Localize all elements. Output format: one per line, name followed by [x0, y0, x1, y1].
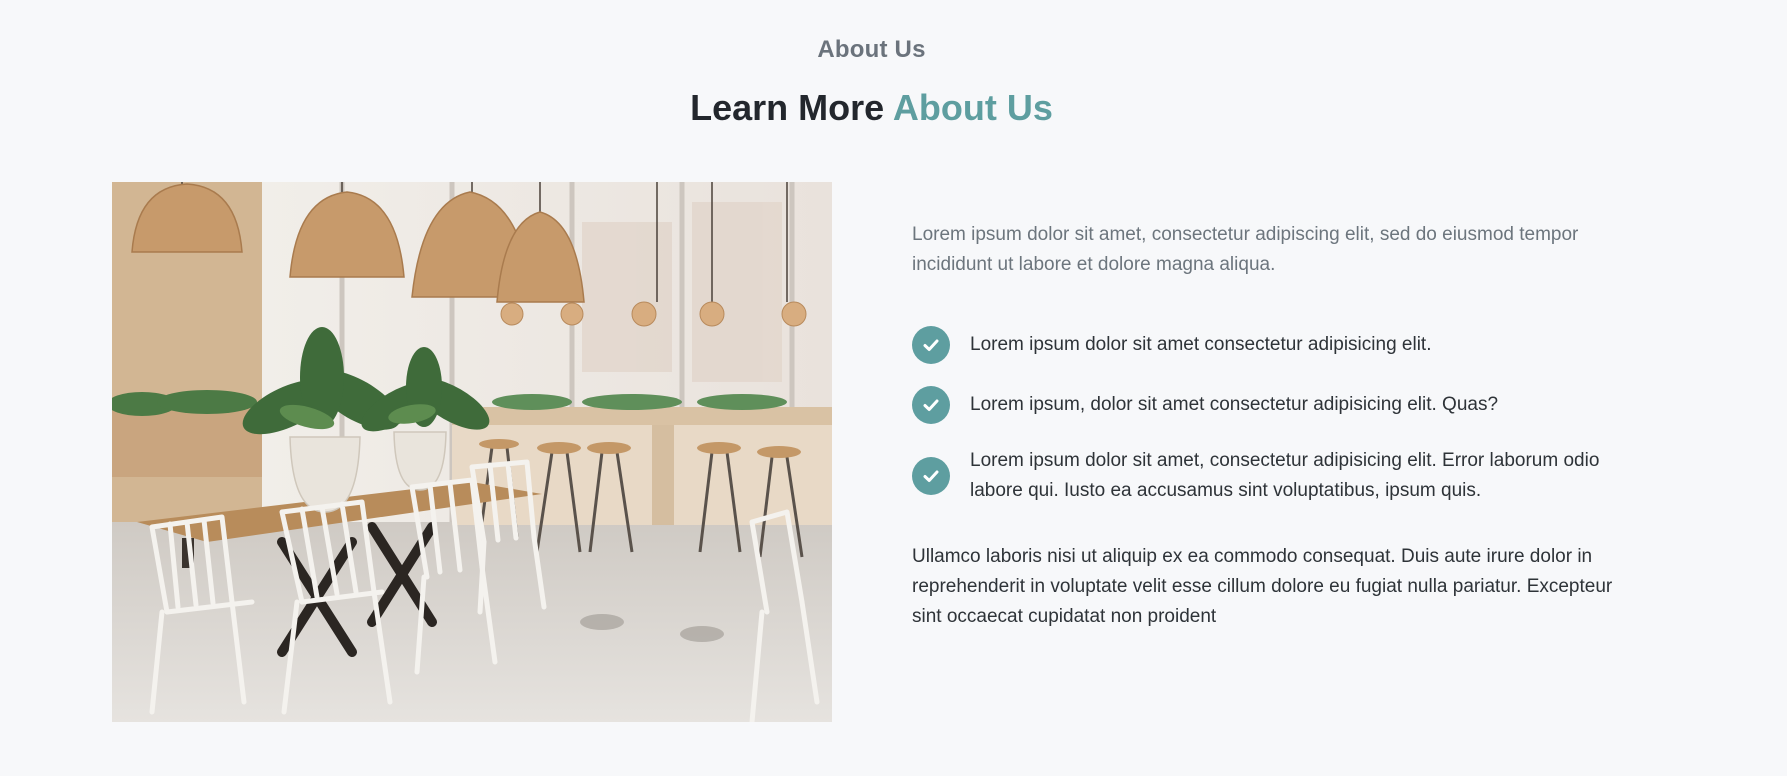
about-image — [112, 182, 832, 722]
about-content: Lorem ipsum dolor sit amet, consectetur … — [912, 220, 1642, 632]
intro-text: Lorem ipsum dolor sit amet, consectetur … — [912, 224, 1579, 275]
feature-text: Lorem ipsum dolor sit amet, consectetur … — [970, 450, 1600, 501]
feature-item: Lorem ipsum dolor sit amet, consectetur … — [912, 446, 1642, 506]
title-accent: About Us — [892, 87, 1053, 128]
cafe-interior-illustration — [112, 182, 832, 722]
title-main: Learn More — [690, 87, 885, 128]
section-eyebrow: About Us — [817, 36, 926, 63]
outro-text: Ullamco laboris nisi ut aliquip ex ea co… — [912, 546, 1613, 627]
check-circle-icon — [912, 457, 950, 495]
check-circle-icon — [912, 386, 950, 424]
feature-item: Lorem ipsum dolor sit amet consectetur a… — [912, 326, 1642, 364]
feature-text: Lorem ipsum, dolor sit amet consectetur … — [970, 394, 1499, 415]
check-circle-icon — [912, 326, 950, 364]
section-title: Learn More About Us — [0, 84, 1743, 132]
feature-text: Lorem ipsum dolor sit amet consectetur a… — [970, 334, 1432, 355]
feature-item: Lorem ipsum, dolor sit amet consectetur … — [912, 386, 1642, 424]
feature-list: Lorem ipsum dolor sit amet consectetur a… — [912, 326, 1642, 506]
